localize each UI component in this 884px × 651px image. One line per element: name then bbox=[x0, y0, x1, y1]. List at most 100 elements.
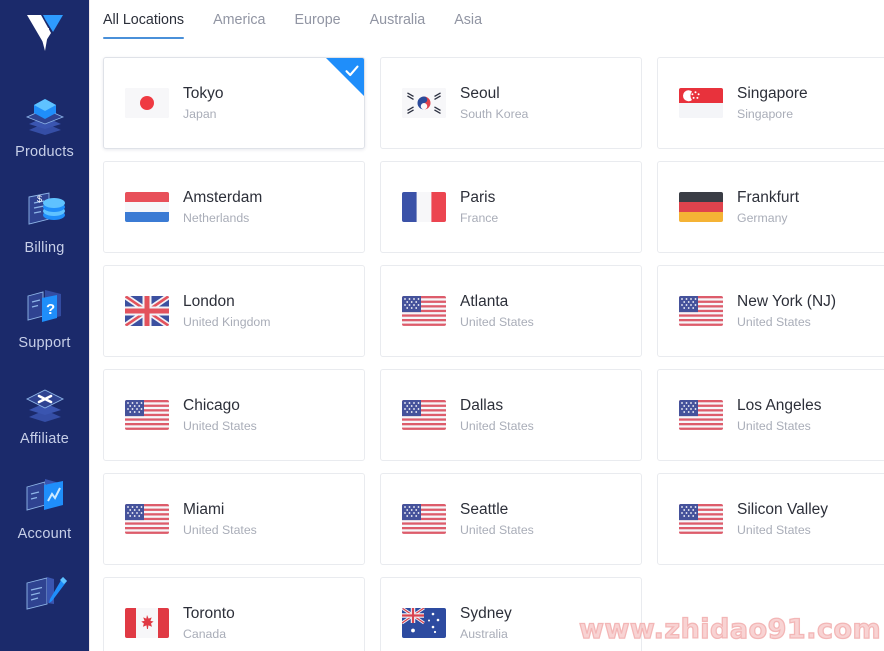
app-root: Products $ Billing ? Support Affiliate A… bbox=[0, 0, 884, 651]
location-country: United States bbox=[460, 523, 534, 537]
sidebar-item-label: Products bbox=[15, 144, 74, 160]
flag-gb-icon bbox=[125, 296, 169, 326]
location-city: Amsterdam bbox=[183, 189, 263, 206]
location-city: Toronto bbox=[183, 605, 235, 622]
tab-all-locations[interactable]: All Locations bbox=[103, 11, 185, 39]
location-card[interactable]: New York (NJ) United States bbox=[657, 265, 884, 357]
sidebar-item-account[interactable]: Account bbox=[0, 472, 89, 542]
location-text: Paris France bbox=[460, 188, 498, 226]
location-city: Frankfurt bbox=[737, 189, 800, 206]
sidebar-item-affiliate[interactable]: Affiliate bbox=[0, 377, 89, 447]
location-text: Dallas United States bbox=[460, 396, 534, 434]
flag-us-icon bbox=[402, 296, 446, 326]
location-card[interactable]: Miami United States bbox=[103, 473, 365, 565]
location-city: Seoul bbox=[460, 85, 500, 102]
sidebar-item-label: Support bbox=[18, 335, 71, 351]
location-city: Miami bbox=[183, 501, 225, 518]
location-city: Sydney bbox=[460, 605, 512, 622]
location-text: Chicago United States bbox=[183, 396, 257, 434]
location-city: Paris bbox=[460, 189, 496, 206]
location-card[interactable]: Seoul South Korea bbox=[380, 57, 642, 149]
location-card[interactable]: Amsterdam Netherlands bbox=[103, 161, 365, 253]
location-text: Tokyo Japan bbox=[183, 84, 224, 122]
flag-us-icon bbox=[402, 504, 446, 534]
location-card[interactable]: Frankfurt Germany bbox=[657, 161, 884, 253]
location-country: United States bbox=[183, 419, 257, 433]
location-city: London bbox=[183, 293, 235, 310]
location-country: Singapore bbox=[737, 107, 794, 121]
flag-nl-icon bbox=[125, 192, 169, 222]
sidebar-item-products[interactable]: Products bbox=[0, 90, 89, 160]
location-text: Amsterdam Netherlands bbox=[183, 188, 262, 226]
location-region-tabs: All Locations America Europe Australia Asia bbox=[90, 0, 884, 55]
location-city: Atlanta bbox=[460, 293, 509, 310]
vultr-logo[interactable] bbox=[17, 8, 73, 60]
location-card[interactable]: Chicago United States bbox=[103, 369, 365, 461]
sidebar-item-label: Account bbox=[17, 526, 72, 542]
flag-us-icon bbox=[679, 504, 723, 534]
location-card[interactable]: Dallas United States bbox=[380, 369, 642, 461]
sidebar-item-notebook[interactable] bbox=[0, 568, 89, 623]
location-text: Los Angeles United States bbox=[737, 396, 821, 434]
location-card[interactable]: London United Kingdom bbox=[103, 265, 365, 357]
location-city: Los Angeles bbox=[737, 397, 822, 414]
location-country: Japan bbox=[183, 107, 217, 121]
flag-sg-icon bbox=[679, 88, 723, 118]
layers-x-icon bbox=[20, 377, 70, 425]
svg-text:?: ? bbox=[46, 301, 55, 318]
location-card[interactable]: Singapore Singapore bbox=[657, 57, 884, 149]
flag-us-icon bbox=[125, 400, 169, 430]
location-text: New York (NJ) United States bbox=[737, 292, 836, 330]
flag-ca-icon bbox=[125, 608, 169, 638]
svg-text:$: $ bbox=[37, 194, 42, 204]
flag-de-icon bbox=[679, 192, 723, 222]
location-card[interactable]: Tokyo Japan bbox=[103, 57, 365, 149]
location-card[interactable]: Sydney Australia bbox=[380, 577, 642, 651]
layers-cube-icon bbox=[20, 90, 70, 138]
document-chart-icon bbox=[20, 472, 70, 520]
main-sidebar: Products $ Billing ? Support Affiliate A… bbox=[0, 0, 89, 651]
notebook-pen-icon bbox=[20, 568, 70, 616]
tab-asia[interactable]: Asia bbox=[454, 11, 482, 39]
location-text: Singapore Singapore bbox=[737, 84, 808, 122]
location-city: New York (NJ) bbox=[737, 293, 837, 310]
sidebar-item-support[interactable]: ? Support bbox=[0, 281, 89, 351]
flag-fr-icon bbox=[402, 192, 446, 222]
location-text: Atlanta United States bbox=[460, 292, 534, 330]
tab-australia[interactable]: Australia bbox=[370, 11, 426, 39]
location-country: Canada bbox=[183, 627, 227, 641]
invoice-coins-icon: $ bbox=[20, 186, 70, 234]
sidebar-item-billing[interactable]: $ Billing bbox=[0, 186, 89, 256]
location-card[interactable]: Los Angeles United States bbox=[657, 369, 884, 461]
tab-america[interactable]: America bbox=[213, 11, 265, 39]
location-card[interactable]: Silicon Valley United States bbox=[657, 473, 884, 565]
location-country: Netherlands bbox=[183, 211, 250, 225]
location-country: Australia bbox=[460, 627, 508, 641]
location-city: Seattle bbox=[460, 501, 509, 518]
tab-europe[interactable]: Europe bbox=[295, 11, 341, 39]
location-card[interactable]: Paris France bbox=[380, 161, 642, 253]
location-card[interactable]: Atlanta United States bbox=[380, 265, 642, 357]
location-text: Sydney Australia bbox=[460, 604, 512, 642]
sidebar-item-label: Billing bbox=[24, 239, 65, 256]
location-country: France bbox=[460, 211, 499, 225]
location-text: Seoul South Korea bbox=[460, 84, 528, 122]
location-text: Toronto Canada bbox=[183, 604, 235, 642]
location-city: Silicon Valley bbox=[737, 501, 829, 518]
location-grid: Tokyo Japan Seoul South Korea Singapore Sin… bbox=[103, 57, 884, 651]
location-text: Silicon Valley United States bbox=[737, 500, 828, 538]
location-city: Tokyo bbox=[183, 85, 224, 102]
location-country: Germany bbox=[737, 211, 788, 225]
location-country: United States bbox=[460, 419, 534, 433]
flag-us-icon bbox=[679, 400, 723, 430]
flag-us-icon bbox=[125, 504, 169, 534]
location-city: Singapore bbox=[737, 85, 808, 102]
location-city: Dallas bbox=[460, 397, 504, 414]
location-country: United States bbox=[737, 419, 811, 433]
location-card[interactable]: Toronto Canada bbox=[103, 577, 365, 651]
location-country: United States bbox=[737, 523, 811, 537]
location-text: London United Kingdom bbox=[183, 292, 271, 330]
location-city: Chicago bbox=[183, 397, 240, 414]
location-card[interactable]: Seattle United States bbox=[380, 473, 642, 565]
location-text: Miami United States bbox=[183, 500, 257, 538]
